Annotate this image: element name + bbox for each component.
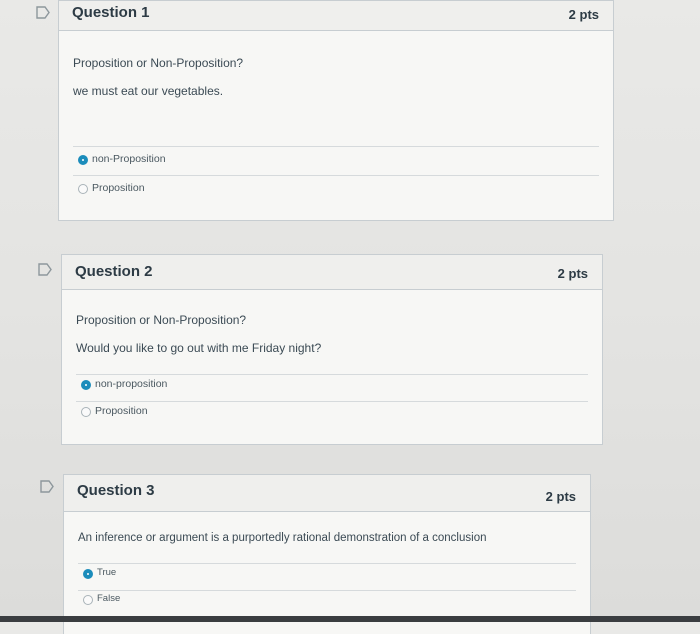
question-2-title: Question 2 (75, 263, 153, 280)
answer-label: Proposition (92, 182, 145, 194)
question-1-card: Question 1 2 pts Proposition or Non-Prop… (58, 0, 614, 221)
question-2-points: 2 pts (557, 266, 588, 281)
flag-question-2-icon[interactable] (38, 263, 52, 276)
radio-selected-icon[interactable] (78, 155, 88, 165)
question-2-divider-top (76, 374, 588, 375)
radio-empty-icon[interactable] (83, 595, 93, 605)
answer-label: False (97, 593, 121, 604)
answer-label: True (97, 567, 117, 578)
question-1-title: Question 1 (72, 4, 150, 21)
flag-question-1-icon[interactable] (36, 6, 50, 19)
radio-selected-icon[interactable] (83, 569, 93, 579)
question-3-points: 2 pts (545, 489, 576, 504)
question-3-divider-top (78, 563, 576, 564)
question-1-statement: we must eat our vegetables. (73, 84, 224, 98)
question-2-prompt: Proposition or Non-Proposition? (76, 313, 247, 327)
question-3-divider-mid (78, 590, 576, 591)
question-2-divider-mid (76, 401, 588, 402)
answer-label: non-Proposition (92, 153, 166, 165)
question-1-prompt: Proposition or Non-Proposition? (73, 56, 244, 70)
bottom-edge-bar (0, 616, 700, 622)
radio-selected-icon[interactable] (81, 380, 91, 390)
radio-empty-icon[interactable] (81, 407, 91, 417)
question-3-title: Question 3 (77, 482, 155, 499)
answer-label: Proposition (95, 405, 148, 417)
flag-question-3-icon[interactable] (40, 480, 54, 493)
question-3-header: Question 3 2 pts (64, 475, 590, 512)
question-1-points: 2 pts (568, 7, 599, 22)
question-2-card: Question 2 2 pts Proposition or Non-Prop… (61, 254, 603, 445)
question-1-divider-mid (73, 175, 599, 176)
radio-empty-icon[interactable] (78, 184, 88, 194)
question-1-divider-top (73, 146, 599, 147)
answer-label: non-proposition (95, 378, 168, 390)
question-3-card: Question 3 2 pts An inference or argumen… (63, 474, 591, 634)
question-1-header: Question 1 2 pts (59, 1, 613, 31)
question-2-statement: Would you like to go out with me Friday … (76, 341, 322, 355)
question-2-header: Question 2 2 pts (62, 255, 602, 290)
question-3-prompt: An inference or argument is a purportedl… (78, 532, 487, 544)
